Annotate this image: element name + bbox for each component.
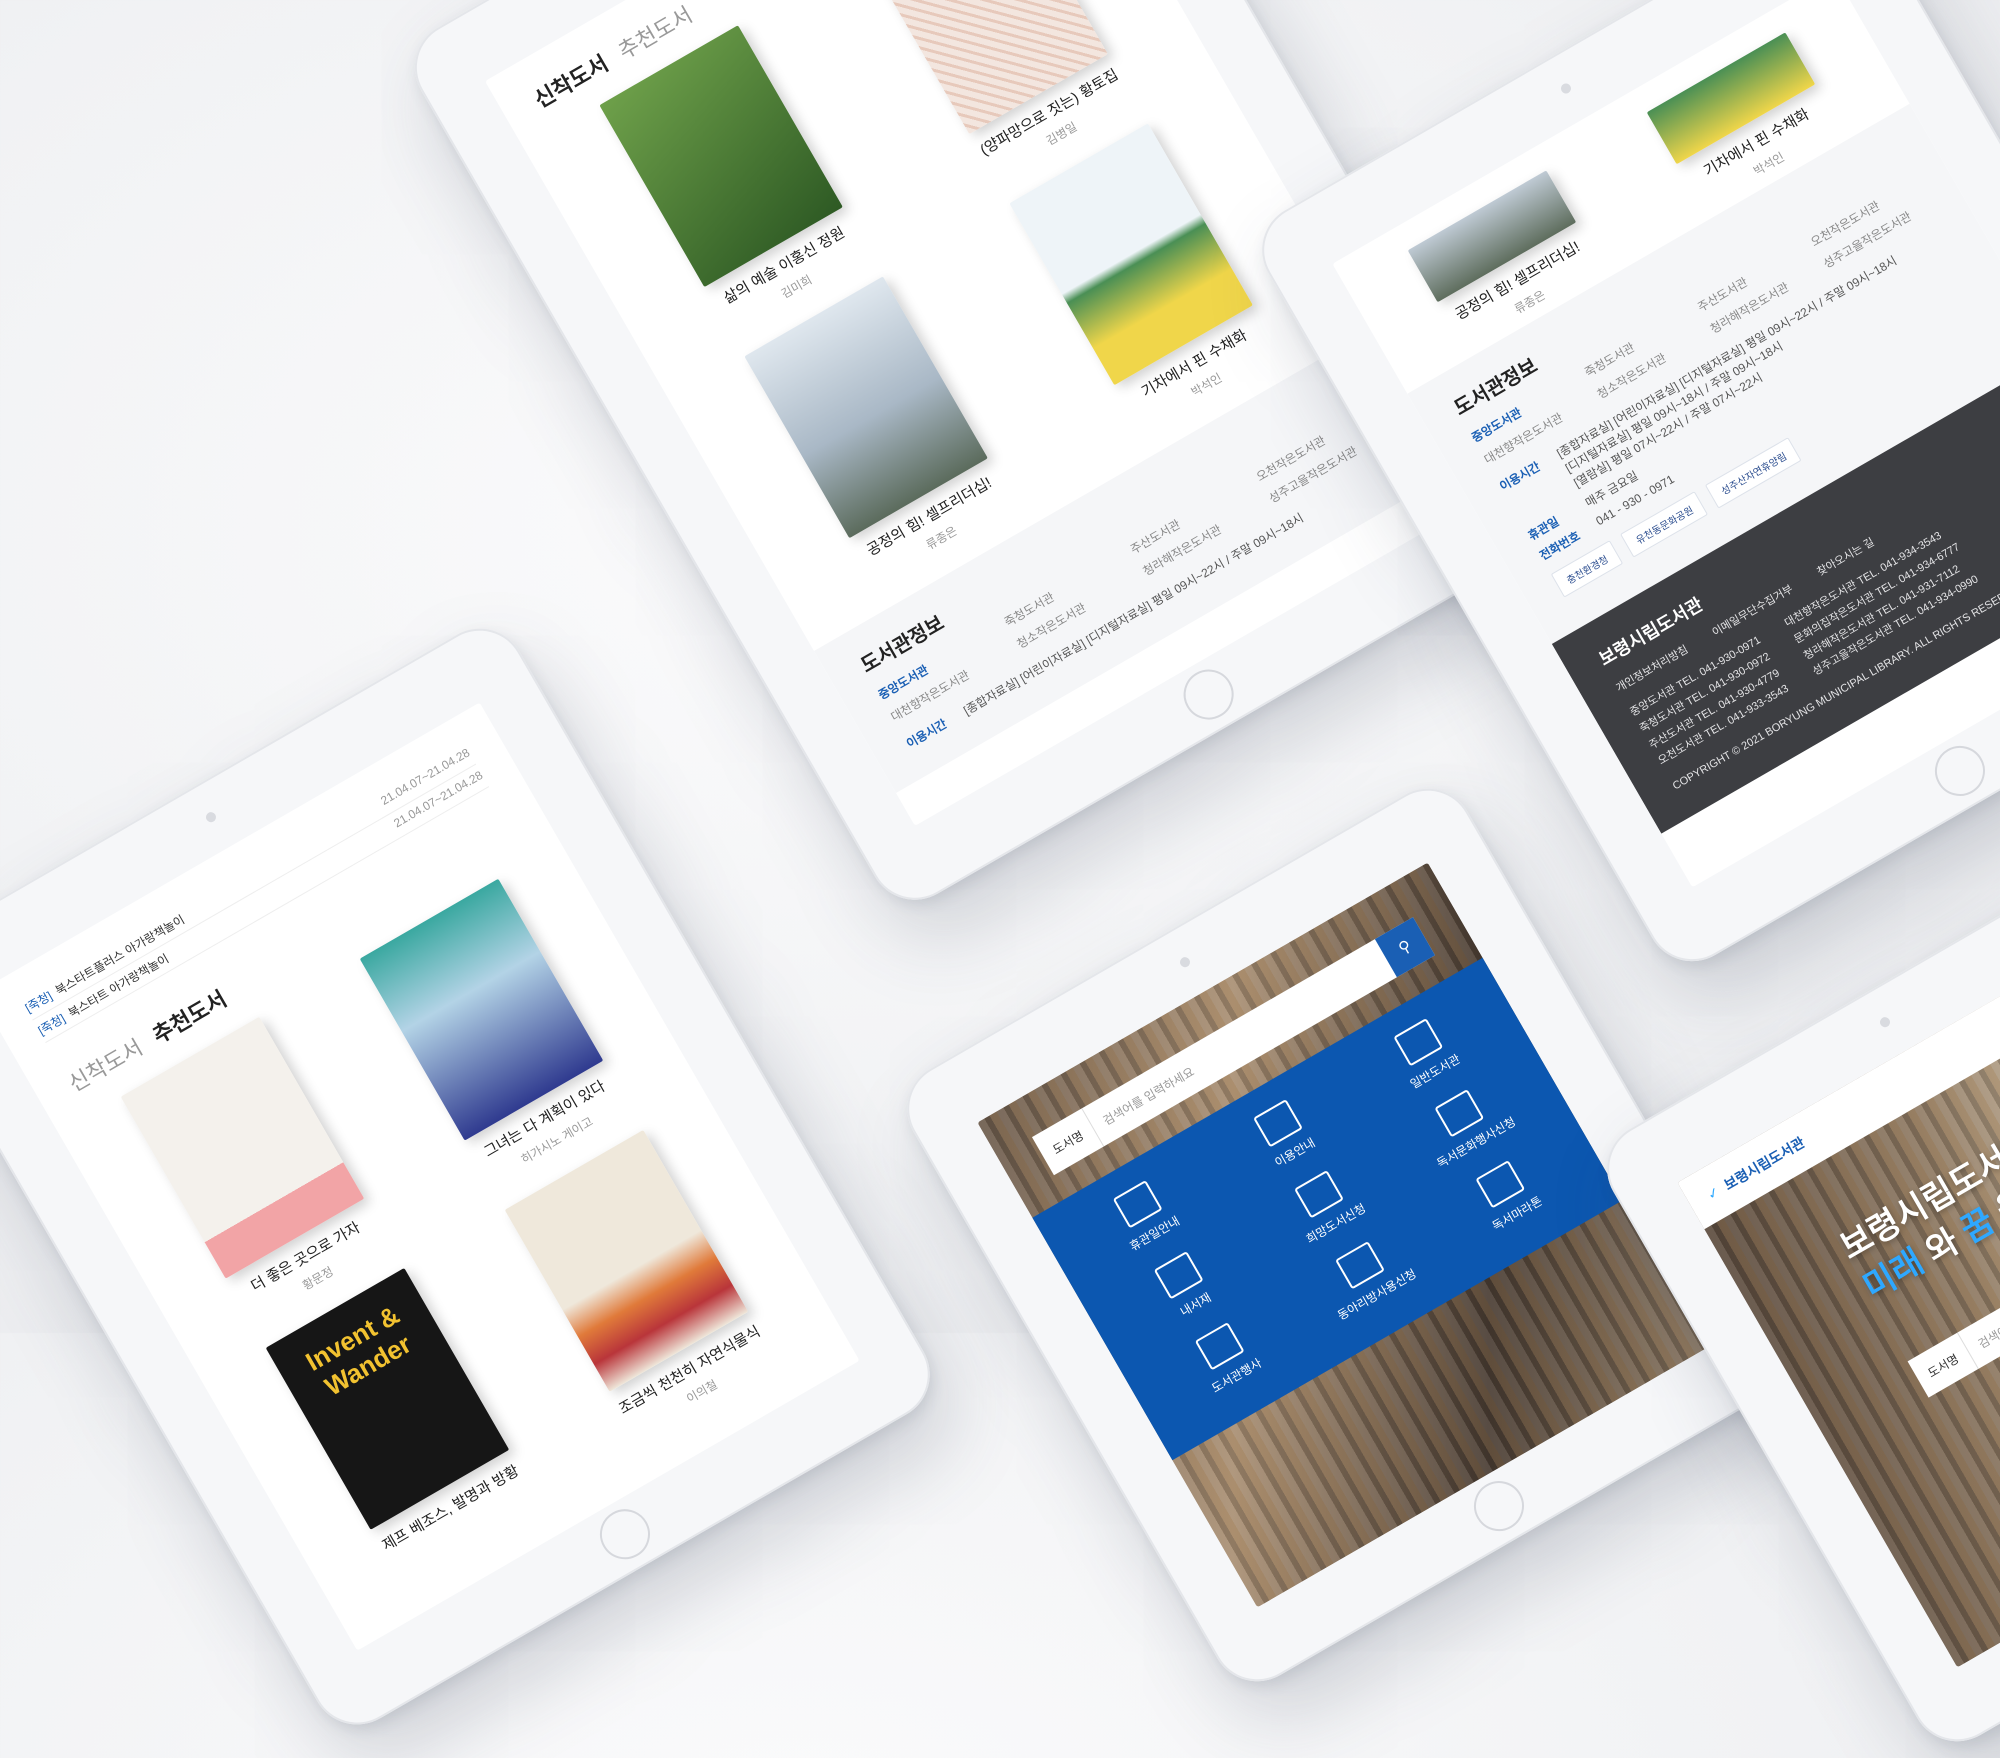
book-cover bbox=[864, 0, 1108, 135]
bookshelf-icon bbox=[1153, 1251, 1204, 1300]
home-button[interactable] bbox=[590, 1500, 660, 1569]
notice-tag: [죽청] bbox=[35, 1011, 68, 1038]
screen: 공정의 힘! 셀프리더십! 류종은 기차에서 핀 수채화 박석인 도서관정보 중… bbox=[1332, 0, 2000, 888]
home-button[interactable] bbox=[1925, 736, 1995, 806]
home-button[interactable] bbox=[1464, 1471, 1534, 1541]
building-icon bbox=[1253, 1099, 1303, 1148]
camera bbox=[1878, 1015, 1892, 1030]
camera bbox=[1559, 81, 1573, 96]
document-icon bbox=[1434, 1089, 1485, 1138]
tablet-left: [죽청]북스타트플러스 아가랑책놀이 21.04.07~21.04.28 [죽청… bbox=[0, 611, 947, 1742]
quick-menu-label: 내서재 bbox=[1177, 1290, 1214, 1320]
hours-label: 이용시간 bbox=[903, 716, 950, 751]
main-visual: 도서명 검색어를 입력하세요 ⚲ 휴관일안내 이용안내 일반도서관 내서재 희망… bbox=[977, 862, 1708, 1608]
camera bbox=[1178, 955, 1192, 970]
calendar-icon bbox=[1112, 1180, 1163, 1229]
request-icon bbox=[1294, 1170, 1344, 1219]
screen: 신착도서 추천도서 삶의 예술 이홍신 정원 김미희 (양파망으로 짓는) 황토… bbox=[485, 0, 1470, 826]
screen: 도서명 검색어를 입력하세요 ⚲ 휴관일안내 이용안내 일반도서관 내서재 희망… bbox=[977, 862, 1708, 1608]
book-icon bbox=[1393, 1018, 1444, 1067]
book-grid: 더 좋은 곳으로 가자 황문정 그녀는 다 계획이 있다 히가시노 게이고 In… bbox=[88, 860, 808, 1596]
event-icon bbox=[1194, 1322, 1245, 1371]
home-button[interactable] bbox=[1174, 660, 1243, 729]
screen: ✓ 보령시립도서관 보령시립도서관에서 미래 와 꿈 을 키우세요 도서명 검색… bbox=[1677, 922, 2000, 1668]
screen: [죽청]북스타트플러스 아가랑책놀이 21.04.07~21.04.28 [죽청… bbox=[0, 702, 860, 1651]
contact-col: 중앙도서관 TEL. 041-930-0971 죽청도서관 TEL. 041-9… bbox=[1627, 632, 1793, 771]
books-icon bbox=[1475, 1160, 1526, 1209]
logo-icon: ✓ bbox=[1703, 1182, 1723, 1203]
room-icon bbox=[1335, 1241, 1385, 1290]
hero-visual: ✓ 보령시립도서관 보령시립도서관에서 미래 와 꿈 을 키우세요 도서명 검색… bbox=[1677, 922, 2000, 1668]
camera bbox=[204, 810, 218, 825]
